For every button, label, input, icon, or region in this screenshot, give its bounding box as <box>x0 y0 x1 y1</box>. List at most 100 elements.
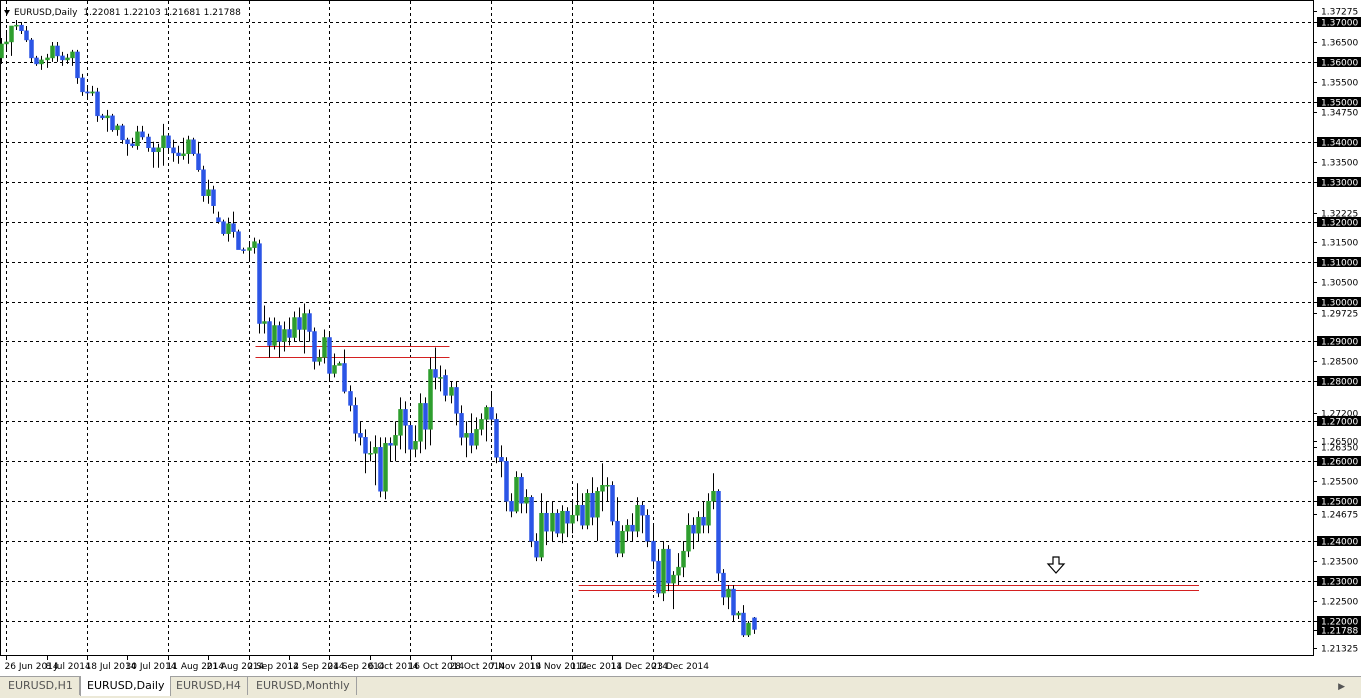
tab-eurusd-h1[interactable]: EURUSD,H1 <box>2 677 80 695</box>
bear-candle <box>146 136 151 149</box>
y-tick-label: 1.36500 <box>1321 39 1358 49</box>
bull-candle <box>474 429 479 446</box>
bear-candle <box>353 405 358 434</box>
bull-candle <box>373 447 378 454</box>
down-arrow-icon <box>1046 556 1066 574</box>
bull-candle <box>484 407 489 420</box>
price-label: 1.25000 <box>1321 498 1358 508</box>
bull-candle <box>681 550 686 568</box>
bear-candle <box>348 391 353 406</box>
bear-candle <box>24 30 29 41</box>
bull-candle <box>292 317 297 338</box>
candles <box>0 19 757 638</box>
bear-candle <box>645 514 650 542</box>
bull-candle <box>585 493 590 526</box>
y-tick-label: 1.29725 <box>1321 310 1358 320</box>
bear-candle <box>140 131 145 138</box>
y-tick-label: 1.33500 <box>1321 159 1358 169</box>
y-tick-label: 1.23500 <box>1321 558 1358 568</box>
bull-candle <box>479 419 484 430</box>
candlestick-chart[interactable]: 1.372751.37000 1.36500 1.36000 1.35500 1.350… <box>0 0 1361 676</box>
chart-tab-bar: EURUSD,H1 EURUSD,Daily EURUSD,H4 EURUSD,… <box>0 676 1361 698</box>
bull-candle <box>418 403 423 442</box>
bear-candle <box>125 139 130 145</box>
y-tick-label: 1.28500 <box>1321 358 1358 368</box>
bull-candle <box>570 514 575 524</box>
bull-candle <box>575 504 580 516</box>
y-tick-label: 1.24675 <box>1321 511 1358 521</box>
plot-border <box>0 0 1314 656</box>
chevron-right-icon[interactable]: ▶ <box>1338 682 1345 692</box>
bull-candle <box>605 485 610 487</box>
price-label: 1.26000 <box>1321 458 1358 468</box>
bull-candle <box>539 512 544 558</box>
bear-candle <box>176 152 181 157</box>
bear-candle <box>529 496 534 542</box>
bull-candle <box>50 45 55 59</box>
bull-candle <box>736 612 741 616</box>
price-label: 1.28000 <box>1321 378 1358 388</box>
bull-candle <box>428 369 433 430</box>
chart-window[interactable]: 1.37275 1.37000 1.36500 1.36000 1.35500 1.350… <box>0 0 1361 677</box>
tab-eurusd-monthly[interactable]: EURUSD,Monthly <box>250 677 357 695</box>
bear-candle <box>191 139 196 155</box>
bull-candle <box>696 516 701 534</box>
bear-candle <box>630 524 635 532</box>
y-tick-label: 1.26350 <box>1321 444 1358 454</box>
bull-candle <box>620 530 625 554</box>
x-tick-label: 8 Jul 2014 <box>46 662 91 672</box>
chart-menu-triangle-icon[interactable] <box>4 10 10 15</box>
bear-candle <box>19 24 24 32</box>
bull-candle <box>262 321 267 324</box>
bear-candle <box>534 540 539 558</box>
bear-candle <box>60 55 65 61</box>
bear-candle <box>211 189 216 206</box>
bear-candle <box>459 413 464 438</box>
bull-candle <box>514 477 519 512</box>
bull-candle <box>383 443 388 492</box>
bull-candle <box>206 189 211 196</box>
tab-eurusd-daily[interactable]: EURUSD,Daily <box>80 676 172 696</box>
price-label: 1.24000 <box>1321 538 1358 548</box>
price-label: 1.34000 <box>1321 139 1358 149</box>
bear-candle <box>201 169 206 196</box>
bull-candle <box>186 139 191 155</box>
bull-candle <box>337 363 342 366</box>
bull-candle <box>625 524 630 532</box>
bear-candle <box>267 321 272 346</box>
bear-candle <box>423 403 428 430</box>
bull-candle <box>413 441 418 450</box>
bear-candle <box>34 57 39 65</box>
bear-candle <box>85 91 90 94</box>
bull-candle <box>272 325 277 346</box>
bull-candle <box>156 147 161 153</box>
bull-candle <box>9 25 14 43</box>
bull-candle <box>14 24 19 27</box>
bear-candle <box>257 243 262 324</box>
bear-candle <box>494 419 499 458</box>
bear-candle <box>408 425 413 450</box>
y-tick-label: 1.21325 <box>1321 645 1358 655</box>
bull-candle <box>449 387 454 396</box>
bull-candle <box>676 566 681 576</box>
tab-eurusd-h4[interactable]: EURUSD,H4 <box>170 677 248 695</box>
price-label: 1.21788 <box>1321 627 1358 637</box>
annotations <box>1046 556 1066 574</box>
bull-candle <box>550 512 555 532</box>
chart-ohlc: 1.22081 1.22103 1.21681 1.21788 <box>83 8 241 18</box>
bull-candle <box>302 313 307 330</box>
bull-candle <box>686 524 691 552</box>
bull-candle <box>671 574 676 584</box>
bear-candle <box>691 524 696 534</box>
bear-candle <box>327 337 332 374</box>
time-axis: 26 Jun 20148 Jul 201418 Jul 201430 Jul 2… <box>5 656 710 672</box>
bear-candle <box>640 504 645 516</box>
x-tick-label: 23 Dec 2014 <box>652 662 710 672</box>
y-tick-label: 1.25500 <box>1321 478 1358 488</box>
bear-candle <box>75 51 80 79</box>
bull-candle <box>90 91 95 94</box>
bull-candle <box>661 548 666 594</box>
bear-candle <box>221 221 226 234</box>
bull-candle <box>635 504 640 532</box>
bear-candle <box>651 540 656 562</box>
